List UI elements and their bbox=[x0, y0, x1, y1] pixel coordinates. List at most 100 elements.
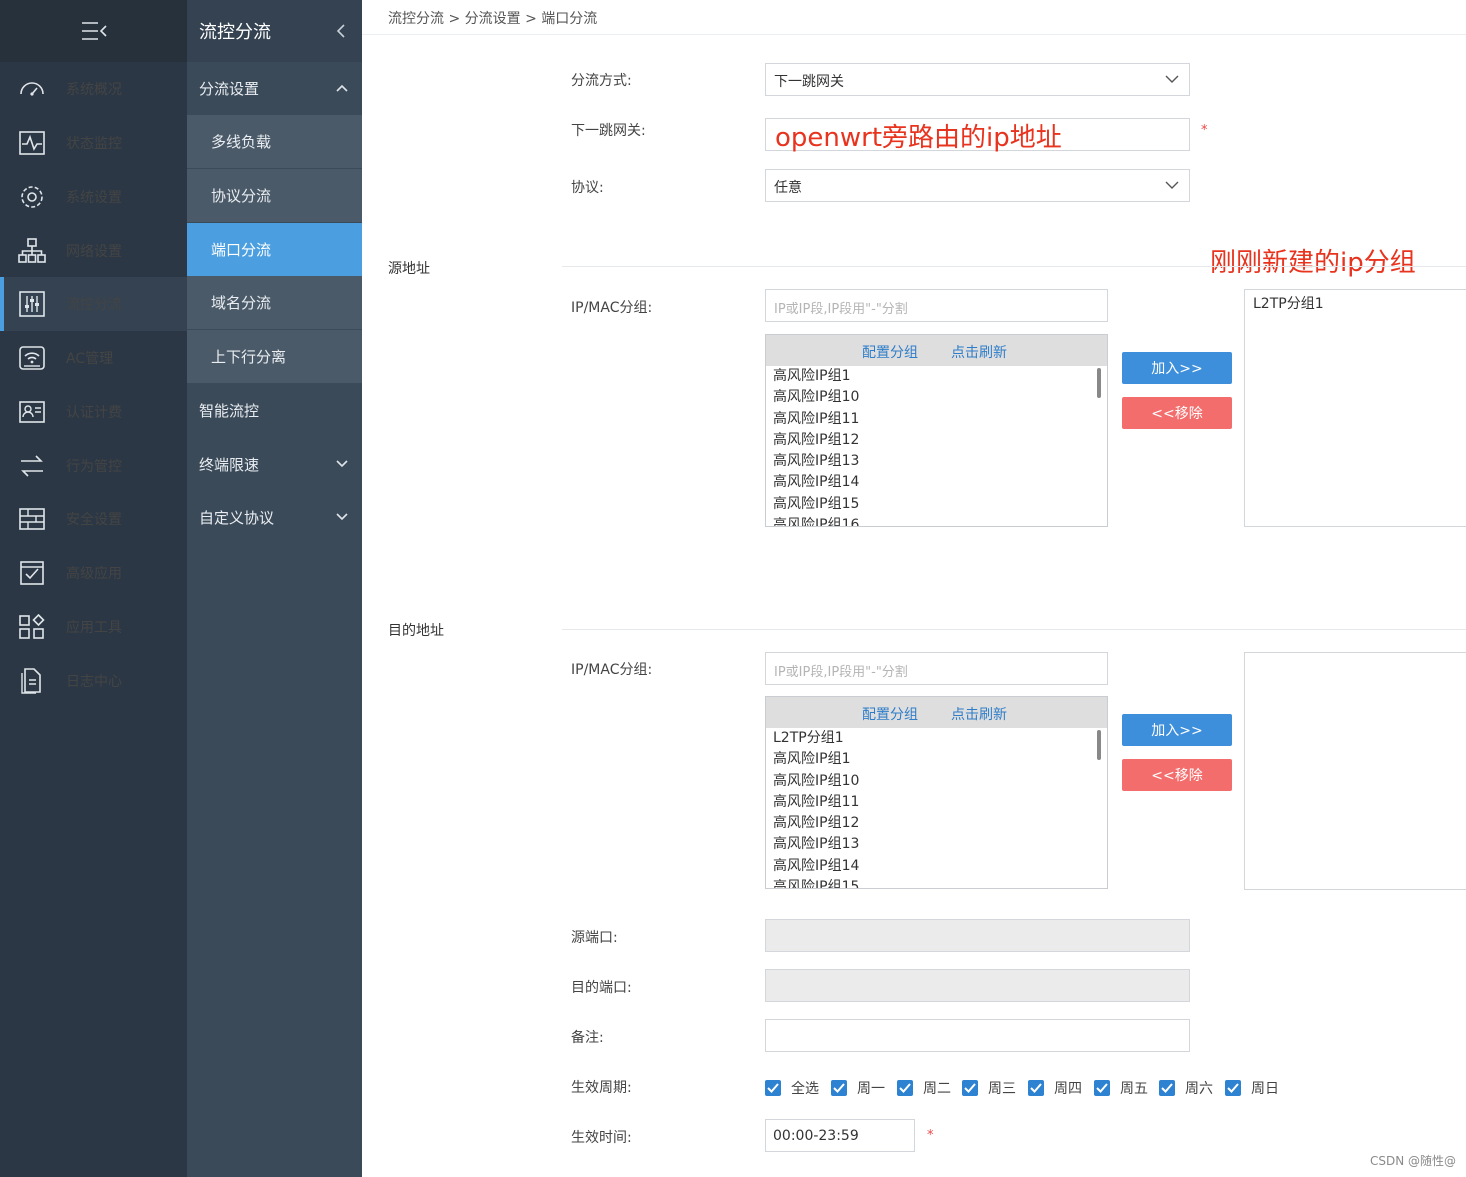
protocol-select[interactable]: 任意 bbox=[765, 169, 1190, 202]
nav-item-logs[interactable]: 日志中心 bbox=[0, 654, 187, 708]
refresh-link[interactable]: 点击刷新 bbox=[951, 704, 1007, 724]
list-item[interactable]: 高风险IP组1 bbox=[766, 366, 1096, 387]
day-checkbox-wed[interactable]: 周三 bbox=[962, 1078, 1016, 1098]
list-item[interactable]: 高风险IP组12 bbox=[766, 430, 1096, 451]
subnav-group-custom[interactable]: 自定义协议 bbox=[187, 491, 362, 544]
subnav-item-label: 多线负载 bbox=[211, 133, 272, 151]
dest-section-title: 目的地址 bbox=[388, 623, 444, 639]
subnav-item-updown[interactable]: 上下行分离 bbox=[187, 330, 362, 383]
breadcrumb: 流控分流 > 分流设置 > 端口分流 bbox=[388, 8, 597, 28]
list-item[interactable]: 高风险IP组11 bbox=[766, 792, 1096, 813]
breadcrumb-item[interactable]: 流控分流 bbox=[388, 11, 444, 27]
nav-item-overview[interactable]: 系统概况 bbox=[0, 62, 187, 116]
nav-item-tools[interactable]: 应用工具 bbox=[0, 600, 187, 654]
config-group-link[interactable]: 配置分组 bbox=[862, 342, 918, 362]
list-item[interactable]: 高风险IP组15 bbox=[766, 494, 1096, 515]
dest-add-button[interactable]: 加入>> bbox=[1122, 714, 1232, 746]
nav-item-label: 认证计费 bbox=[66, 405, 122, 421]
selected-item[interactable]: L2TP分组1 bbox=[1253, 293, 1324, 313]
checkbox[interactable] bbox=[1159, 1080, 1175, 1096]
gateway-input[interactable]: openwrt旁路由的ip地址 bbox=[765, 118, 1190, 153]
breadcrumb-item[interactable]: 分流设置 bbox=[465, 11, 521, 27]
subnav-item-domain[interactable]: 域名分流 bbox=[187, 276, 362, 329]
nav-item-system[interactable]: 系统设置 bbox=[0, 170, 187, 224]
day-checkbox-all[interactable]: 全选 bbox=[765, 1078, 819, 1098]
nav-item-security[interactable]: 安全设置 bbox=[0, 492, 187, 546]
id-card-icon bbox=[19, 401, 45, 423]
list-item[interactable]: 高风险IP组12 bbox=[766, 813, 1096, 834]
checkbox[interactable] bbox=[831, 1080, 847, 1096]
subnav-group-split[interactable]: 分流设置 bbox=[187, 62, 362, 115]
mode-select[interactable]: 下一跳网关 bbox=[765, 63, 1190, 96]
day-checkbox-tue[interactable]: 周二 bbox=[897, 1078, 951, 1098]
nav-item-network[interactable]: 网络设置 bbox=[0, 224, 187, 278]
scrollbar[interactable] bbox=[1097, 730, 1101, 760]
checkbox[interactable] bbox=[962, 1080, 978, 1096]
day-checkbox-mon[interactable]: 周一 bbox=[831, 1078, 885, 1098]
source-group-list[interactable]: 配置分组 点击刷新 高风险IP组1 高风险IP组10 高风险IP组11 高风险I… bbox=[765, 334, 1108, 527]
gateway-label: 下一跳网关: bbox=[571, 123, 646, 139]
checkbox[interactable] bbox=[1225, 1080, 1241, 1096]
dest-ip-input[interactable]: IP或IP段,IP段用"-"分割 bbox=[765, 652, 1108, 685]
source-remove-button[interactable]: <<移除 bbox=[1122, 397, 1232, 429]
subnav-group-terminal[interactable]: 终端限速 bbox=[187, 438, 362, 491]
subnav-group-smart[interactable]: 智能流控 bbox=[187, 384, 362, 437]
src-port-input[interactable] bbox=[765, 919, 1190, 952]
nav-item-monitor[interactable]: 状态监控 bbox=[0, 116, 187, 170]
nav-item-traffic[interactable]: 流控分流 bbox=[0, 277, 187, 331]
collapse-icon[interactable] bbox=[336, 24, 346, 38]
nav-item-label: 流控分流 bbox=[66, 297, 122, 313]
subnav-item-label: 域名分流 bbox=[211, 294, 272, 312]
gateway-annotation: openwrt旁路由的ip地址 bbox=[775, 123, 1062, 153]
day-checkbox-thu[interactable]: 周四 bbox=[1028, 1078, 1082, 1098]
dest-selected-list[interactable] bbox=[1244, 652, 1466, 890]
list-item[interactable]: 高风险IP组16 bbox=[766, 515, 1096, 526]
subnav-item-protocol[interactable]: 协议分流 bbox=[187, 169, 362, 222]
nav-item-ac[interactable]: AC管理 bbox=[0, 331, 187, 385]
list-item[interactable]: 高风险IP组1 bbox=[766, 749, 1096, 770]
chevron-down-icon bbox=[1165, 75, 1179, 83]
dest-group-list[interactable]: 配置分组 点击刷新 L2TP分组1 高风险IP组1 高风险IP组10 高风险IP… bbox=[765, 696, 1108, 889]
scrollbar[interactable] bbox=[1097, 368, 1101, 398]
nav-item-label: 系统概况 bbox=[66, 82, 122, 98]
source-ip-input[interactable]: IP或IP段,IP段用"-"分割 bbox=[765, 289, 1108, 322]
note-input[interactable] bbox=[765, 1019, 1190, 1052]
day-checkbox-sun[interactable]: 周日 bbox=[1225, 1078, 1279, 1098]
list-item[interactable]: 高风险IP组13 bbox=[766, 451, 1096, 472]
dest-remove-button[interactable]: <<移除 bbox=[1122, 759, 1232, 791]
list-item[interactable]: L2TP分组1 bbox=[766, 728, 1096, 749]
nav-item-advanced[interactable]: 高级应用 bbox=[0, 546, 187, 600]
list-item[interactable]: 高风险IP组11 bbox=[766, 409, 1096, 430]
config-group-link[interactable]: 配置分组 bbox=[862, 704, 918, 724]
source-add-button[interactable]: 加入>> bbox=[1122, 352, 1232, 384]
checkbox[interactable] bbox=[897, 1080, 913, 1096]
refresh-link[interactable]: 点击刷新 bbox=[951, 342, 1007, 362]
dst-port-label: 目的端口: bbox=[571, 980, 632, 996]
chevron-down-icon bbox=[1165, 181, 1179, 189]
list-item[interactable]: 高风险IP组14 bbox=[766, 856, 1096, 877]
list-item[interactable]: 高风险IP组13 bbox=[766, 834, 1096, 855]
nav-item-auth[interactable]: 认证计费 bbox=[0, 385, 187, 439]
nav-item-behavior[interactable]: 行为管控 bbox=[0, 439, 187, 493]
dst-port-input[interactable] bbox=[765, 969, 1190, 1002]
list-header: 配置分组 点击刷新 bbox=[766, 697, 1107, 728]
source-selected-list[interactable]: L2TP分组1 bbox=[1244, 289, 1466, 527]
checkbox[interactable] bbox=[1094, 1080, 1110, 1096]
subnav-item-multiline[interactable]: 多线负载 bbox=[187, 115, 362, 168]
checklist-icon bbox=[20, 561, 44, 585]
list-item[interactable]: 高风险IP组10 bbox=[766, 771, 1096, 792]
list-item[interactable]: 高风险IP组10 bbox=[766, 387, 1096, 408]
time-input[interactable]: 00:00-23:59 bbox=[765, 1119, 915, 1152]
dest-group-label: IP/MAC分组: bbox=[571, 662, 653, 678]
day-checkbox-sat[interactable]: 周六 bbox=[1159, 1078, 1213, 1098]
list-item[interactable]: 高风险IP组15 bbox=[766, 877, 1096, 888]
menu-toggle[interactable] bbox=[0, 0, 187, 62]
checkbox[interactable] bbox=[1028, 1080, 1044, 1096]
subnav-group-label: 终端限速 bbox=[199, 456, 260, 474]
list-item[interactable]: 高风险IP组14 bbox=[766, 472, 1096, 493]
menu-collapse-icon[interactable] bbox=[80, 20, 108, 42]
day-checkbox-fri[interactable]: 周五 bbox=[1094, 1078, 1148, 1098]
subnav-item-port[interactable]: 端口分流 bbox=[187, 223, 362, 276]
nav-item-label: AC管理 bbox=[66, 351, 114, 367]
checkbox[interactable] bbox=[765, 1080, 781, 1096]
